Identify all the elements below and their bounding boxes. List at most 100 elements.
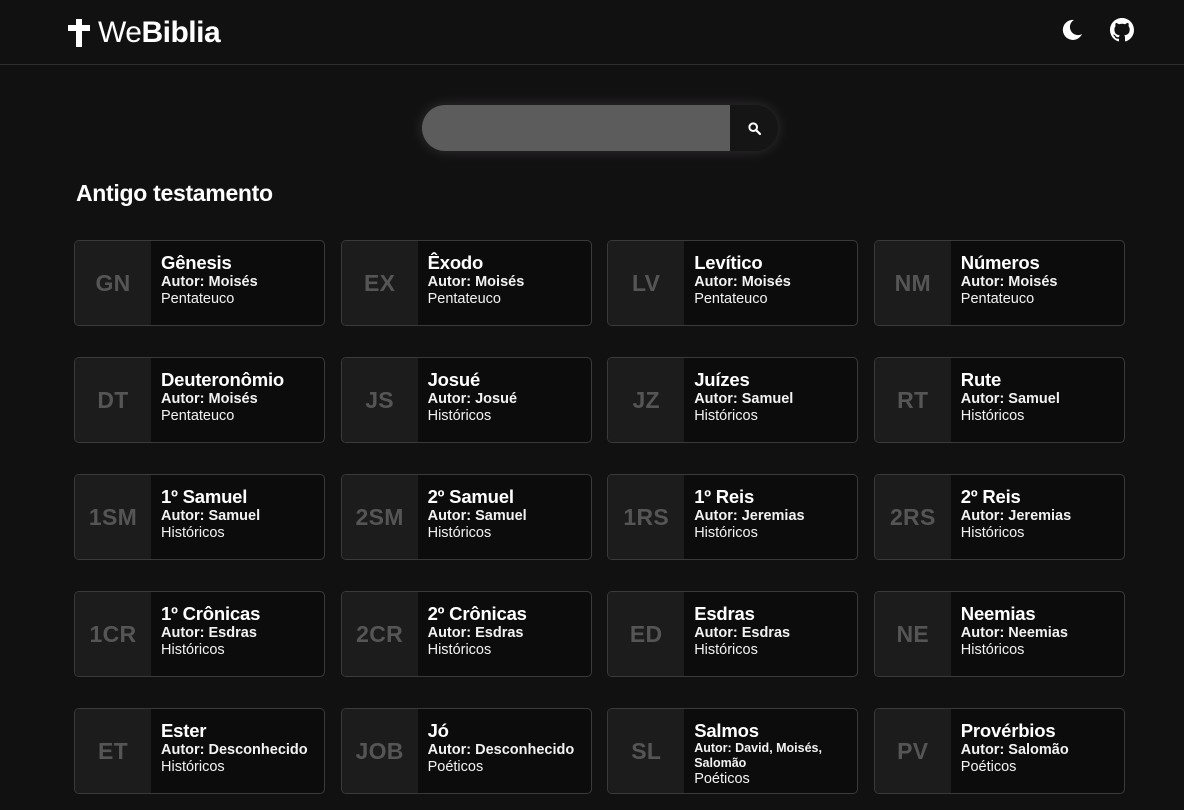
book-name: Provérbios	[960, 720, 1056, 741]
book-group: Pentateuco	[161, 291, 235, 307]
book-author: Autor: Esdras	[427, 625, 524, 641]
book-abbreviation: NE	[874, 592, 951, 676]
book-info: Números Autor: Moisés Pentateuco	[951, 241, 1058, 325]
book-card[interactable]: 2SM 2º Samuel Autor: Samuel Históricos	[340, 474, 592, 560]
book-card[interactable]: ET Ester Autor: Desconhecido Históricos	[74, 708, 325, 794]
book-group: Pentateuco	[161, 408, 235, 424]
book-card[interactable]: PV Provérbios Autor: Salomão Poéticos	[873, 708, 1125, 794]
book-author: Autor: Josué	[427, 391, 518, 407]
book-name: Levítico	[694, 252, 763, 273]
book-abbreviation: JS	[341, 358, 418, 442]
book-abbreviation: SL	[608, 709, 685, 793]
book-author: Autor: Jeremias	[694, 508, 805, 524]
moon-icon	[1062, 19, 1082, 40]
book-name: Neemias	[960, 603, 1036, 624]
book-abbreviation: LV	[608, 241, 685, 325]
book-info: Deuteronômio Autor: Moisés Pentateuco	[151, 358, 284, 442]
book-author: Autor: Samuel	[161, 508, 261, 524]
book-abbreviation: 2RS	[874, 475, 951, 559]
book-card[interactable]: 2RS 2º Reis Autor: Jeremias Históricos	[873, 474, 1125, 560]
book-info: 1º Reis Autor: Jeremias Históricos	[684, 475, 804, 559]
book-group: Históricos	[960, 408, 1025, 424]
book-group: Pentateuco	[427, 291, 501, 307]
book-name: Esdras	[694, 603, 755, 624]
book-card[interactable]: NM Números Autor: Moisés Pentateuco	[873, 240, 1125, 326]
book-card[interactable]: LV Levítico Autor: Moisés Pentateuco	[607, 240, 859, 326]
book-group: Históricos	[427, 408, 492, 424]
book-group: Pentateuco	[960, 291, 1035, 307]
search-input[interactable]	[422, 105, 730, 151]
book-card[interactable]: RT Rute Autor: Samuel Históricos	[873, 357, 1125, 443]
book-info: Josué Autor: Josué Históricos	[418, 358, 517, 442]
search-button[interactable]	[730, 105, 778, 151]
book-group: Históricos	[694, 642, 758, 658]
book-author: Autor: Moisés	[694, 274, 791, 290]
book-name: Êxodo	[427, 252, 484, 273]
book-name: 2º Samuel	[427, 486, 514, 507]
book-abbreviation: JZ	[608, 358, 685, 442]
book-group: Históricos	[694, 525, 758, 541]
book-author: Autor: Salomão	[960, 742, 1069, 758]
book-info: Juízes Autor: Samuel Históricos	[684, 358, 793, 442]
book-name: Números	[960, 252, 1040, 273]
brand-we: We	[98, 16, 142, 49]
book-group: Históricos	[161, 759, 225, 775]
book-card[interactable]: 1CR 1º Crônicas Autor: Esdras Históricos	[74, 591, 325, 677]
book-author: Autor: Esdras	[161, 625, 257, 641]
book-abbreviation: 1CR	[75, 592, 151, 676]
book-card[interactable]: JZ Juízes Autor: Samuel Históricos	[607, 357, 859, 443]
book-author: Autor: Moisés	[161, 391, 258, 407]
book-card[interactable]: DT Deuteronômio Autor: Moisés Pentateuco	[74, 357, 325, 443]
book-info: Rute Autor: Samuel Históricos	[951, 358, 1060, 442]
book-name: 2º Crônicas	[427, 603, 527, 624]
book-author: Autor: Samuel	[960, 391, 1060, 407]
brand-logo-link[interactable]: WeBiblia	[68, 14, 221, 52]
book-info: 2º Crônicas Autor: Esdras Históricos	[418, 592, 527, 676]
book-card[interactable]: NE Neemias Autor: Neemias Históricos	[873, 591, 1125, 677]
book-card[interactable]: SL Salmos Autor: David, Moisés, Salomão Poé…	[607, 708, 859, 794]
book-card[interactable]: 2CR 2º Crônicas Autor: Esdras Históricos	[340, 591, 592, 677]
book-abbreviation: NM	[874, 241, 951, 325]
search-bar	[422, 105, 778, 151]
book-info: Provérbios Autor: Salomão Poéticos	[951, 709, 1069, 793]
book-abbreviation: JOB	[341, 709, 418, 793]
section-title: Antigo testamento	[76, 180, 273, 206]
book-name: 1º Reis	[694, 486, 755, 507]
book-card[interactable]: JS Josué Autor: Josué Históricos	[340, 357, 592, 443]
brand-biblia: Biblia	[141, 16, 221, 49]
github-link[interactable]	[1110, 16, 1134, 44]
book-abbreviation: 2SM	[341, 475, 418, 559]
book-group: Históricos	[161, 525, 225, 541]
book-info: Levítico Autor: Moisés Pentateuco	[684, 241, 791, 325]
book-card[interactable]: JOB Jó Autor: Desconhecido Poéticos	[340, 708, 592, 794]
book-author: Autor: Samuel	[427, 508, 527, 524]
book-abbreviation: EX	[341, 241, 418, 325]
book-group: Históricos	[427, 642, 492, 658]
github-icon	[1110, 18, 1134, 42]
book-author: Autor: David, Moisés, Salomão	[694, 741, 822, 770]
book-group: Poéticos	[694, 771, 750, 787]
book-abbreviation: 2CR	[341, 592, 418, 676]
book-info: Ester Autor: Desconhecido Históricos	[151, 709, 308, 793]
book-author: Autor: Neemias	[960, 625, 1068, 641]
book-group: Históricos	[161, 642, 225, 658]
book-card[interactable]: ED Esdras Autor: Esdras Históricos	[607, 591, 859, 677]
book-info: Êxodo Autor: Moisés Pentateuco	[418, 241, 525, 325]
book-abbreviation: ET	[75, 709, 151, 793]
book-group: Históricos	[427, 525, 492, 541]
book-abbreviation: 1RS	[608, 475, 685, 559]
book-name: Salmos	[694, 720, 759, 741]
book-abbreviation: PV	[874, 709, 951, 793]
book-info: Neemias Autor: Neemias Históricos	[951, 592, 1068, 676]
book-grid: GN Gênesis Autor: Moisés Pentateuco EX Êxodo A…	[74, 240, 1125, 794]
book-abbreviation: ED	[608, 592, 685, 676]
book-card[interactable]: EX Êxodo Autor: Moisés Pentateuco	[340, 240, 592, 326]
book-abbreviation: RT	[874, 358, 951, 442]
book-card[interactable]: 1SM 1º Samuel Autor: Samuel Históricos	[74, 474, 325, 560]
theme-toggle-button[interactable]	[1060, 16, 1084, 44]
book-card[interactable]: GN Gênesis Autor: Moisés Pentateuco	[74, 240, 325, 326]
book-card[interactable]: 1RS 1º Reis Autor: Jeremias Históricos	[607, 474, 859, 560]
book-info: Salmos Autor: David, Moisés, Salomão Poéti…	[684, 709, 834, 793]
book-name: Jó	[427, 720, 449, 741]
book-name: Josué	[427, 369, 481, 390]
